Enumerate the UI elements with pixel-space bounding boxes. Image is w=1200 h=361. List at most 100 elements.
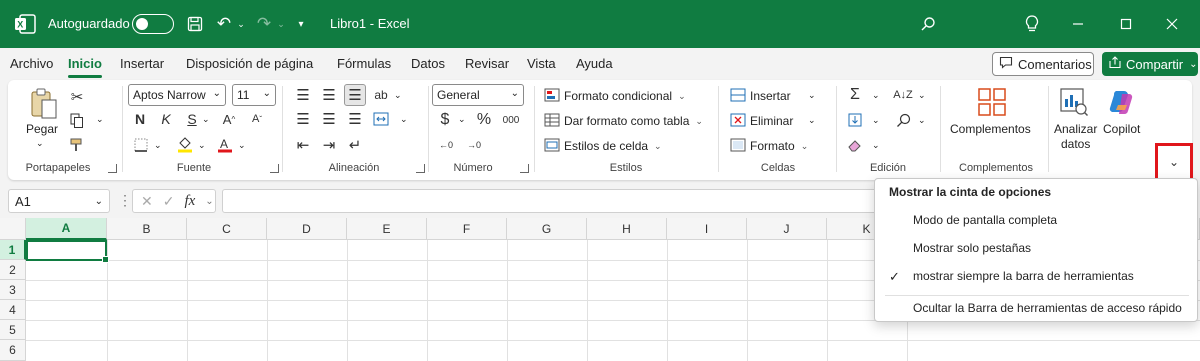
align-right-icon[interactable]: ☰ — [346, 110, 364, 128]
analyze-data-label-2[interactable]: datos — [1061, 137, 1090, 151]
undo-icon[interactable]: ↶ — [214, 14, 234, 34]
thousands-separator-icon[interactable]: 000 — [500, 110, 522, 130]
italic-button[interactable]: K — [158, 110, 174, 128]
percent-icon[interactable]: % — [474, 110, 494, 130]
delete-cells-button[interactable]: Eliminar — [730, 111, 793, 131]
copilot-icon[interactable] — [1106, 86, 1138, 118]
decrease-decimal-icon[interactable]: →0 — [464, 136, 484, 154]
increase-decimal-icon[interactable]: ←0 — [436, 136, 456, 154]
borders-dropdown-icon[interactable]: ⌄ — [154, 140, 162, 151]
tab-inicio[interactable]: Inicio — [68, 56, 102, 78]
cut-icon[interactable]: ✂ — [68, 88, 86, 106]
align-top-icon[interactable]: ☰ — [294, 86, 312, 104]
row-header-1[interactable]: 1 — [0, 240, 26, 260]
font-color-dropdown-icon[interactable]: ⌄ — [238, 140, 246, 151]
row-header-5[interactable]: 5 — [0, 320, 26, 340]
row-header-3[interactable]: 3 — [0, 280, 26, 300]
active-cell-a1[interactable] — [26, 240, 109, 263]
column-header-h[interactable]: H — [587, 218, 667, 240]
tab-vista[interactable]: Vista — [527, 56, 556, 71]
wrap-text-icon[interactable]: ↵ — [346, 136, 364, 154]
autosum-dropdown-icon[interactable]: ⌄ — [872, 90, 880, 101]
borders-icon[interactable] — [132, 136, 150, 154]
format-cells-button[interactable]: Formato ⌄ — [730, 136, 808, 156]
column-header-e[interactable]: E — [347, 218, 427, 240]
find-select-dropdown-icon[interactable]: ⌄ — [918, 115, 926, 126]
currency-icon[interactable]: $ — [436, 110, 454, 130]
row-header-6[interactable]: 6 — [0, 340, 26, 361]
alignment-launcher-icon[interactable] — [416, 164, 425, 173]
currency-dropdown-icon[interactable]: ⌄ — [458, 114, 466, 125]
merge-center-icon[interactable] — [372, 110, 390, 128]
tab-datos[interactable]: Datos — [411, 56, 445, 71]
formula-input[interactable] — [222, 189, 882, 213]
bold-button[interactable]: N — [132, 110, 148, 128]
minimize-icon[interactable] — [1068, 14, 1088, 34]
paste-icon[interactable] — [28, 86, 60, 122]
format-as-table-button[interactable]: Dar formato como tabla ⌄ — [544, 111, 703, 131]
addins-label[interactable]: Complementos — [950, 122, 1031, 136]
paste-dropdown-icon[interactable]: ⌄ — [36, 138, 44, 149]
find-select-icon[interactable] — [894, 111, 912, 129]
tab-ayuda[interactable]: Ayuda — [576, 56, 613, 71]
decrease-indent-icon[interactable]: ⇤ — [294, 136, 312, 154]
align-bottom-icon[interactable]: ☰ — [344, 84, 366, 106]
insert-cells-dropdown-icon[interactable]: ⌄ — [808, 90, 816, 101]
enter-formula-icon[interactable]: ✓ — [163, 193, 175, 210]
copilot-label[interactable]: Copilot — [1103, 122, 1140, 136]
maximize-icon[interactable] — [1116, 14, 1136, 34]
conditional-format-button[interactable]: Formato condicional ⌄ — [544, 86, 686, 106]
insert-cells-button[interactable]: Insertar — [730, 86, 791, 106]
search-icon[interactable] — [918, 14, 938, 34]
clipboard-launcher-icon[interactable] — [108, 164, 117, 173]
row-header-4[interactable]: 4 — [0, 300, 26, 320]
tab-revisar[interactable]: Revisar — [465, 56, 509, 71]
cancel-formula-icon[interactable]: ✕ — [141, 193, 153, 210]
increase-font-icon[interactable]: A ^ — [220, 110, 238, 128]
align-left-icon[interactable]: ☰ — [294, 110, 312, 128]
tab-disposicion-pagina[interactable]: Disposición de página — [186, 56, 313, 71]
select-all-corner[interactable] — [0, 218, 26, 240]
font-size-select[interactable]: 11 ⌄ — [232, 84, 276, 106]
delete-cells-dropdown-icon[interactable]: ⌄ — [808, 115, 816, 126]
align-middle-icon[interactable]: ☰ — [320, 86, 338, 104]
fill-icon[interactable] — [846, 111, 864, 129]
menu-item-always-show-ribbon[interactable]: mostrar siempre la barra de herramientas — [913, 269, 1134, 283]
formula-expand-icon[interactable]: ⌄ — [205, 196, 213, 207]
number-launcher-icon[interactable] — [520, 164, 529, 173]
font-launcher-icon[interactable] — [270, 164, 279, 173]
font-name-select[interactable]: Aptos Narrow ⌄ — [128, 84, 226, 106]
column-header-j[interactable]: J — [747, 218, 827, 240]
column-header-a[interactable]: A — [26, 218, 107, 240]
paste-label[interactable]: Pegar — [26, 122, 58, 136]
addins-icon[interactable] — [976, 86, 1008, 118]
menu-item-hide-quick-access[interactable]: Ocultar la Barra de herramientas de acce… — [913, 301, 1182, 315]
sort-filter-icon[interactable]: A↓Z — [892, 86, 914, 104]
lightbulb-icon[interactable] — [1022, 14, 1042, 34]
autosave-toggle[interactable] — [132, 14, 174, 34]
tab-archivo[interactable]: Archivo — [10, 56, 53, 71]
undo-dropdown-icon[interactable]: ⌄ — [236, 16, 246, 32]
close-icon[interactable] — [1162, 14, 1182, 34]
customize-toolbar-icon[interactable]: ▾ — [294, 15, 308, 33]
column-header-g[interactable]: G — [507, 218, 587, 240]
orientation-icon[interactable]: ab — [372, 86, 390, 104]
column-header-c[interactable]: C — [187, 218, 267, 240]
underline-button[interactable]: S — [184, 110, 200, 128]
sort-filter-dropdown-icon[interactable]: ⌄ — [918, 90, 926, 101]
analyze-data-label-1[interactable]: Analizar — [1054, 122, 1097, 136]
comments-button[interactable]: Comentarios — [992, 52, 1094, 76]
autosum-icon[interactable]: Σ — [846, 86, 864, 104]
column-header-i[interactable]: I — [667, 218, 747, 240]
name-box[interactable]: A1 ⌄ — [8, 189, 110, 213]
column-header-d[interactable]: D — [267, 218, 347, 240]
insert-function-icon[interactable]: fx — [184, 193, 195, 210]
underline-dropdown-icon[interactable]: ⌄ — [202, 114, 210, 125]
copy-dropdown-icon[interactable]: ⌄ — [96, 114, 104, 125]
font-color-icon[interactable]: A — [216, 136, 234, 154]
clear-icon[interactable] — [846, 136, 864, 154]
name-box-chevron-icon[interactable]: ⌄ — [95, 196, 103, 207]
column-header-f[interactable]: F — [427, 218, 507, 240]
column-header-b[interactable]: B — [107, 218, 187, 240]
fill-color-dropdown-icon[interactable]: ⌄ — [198, 140, 206, 151]
